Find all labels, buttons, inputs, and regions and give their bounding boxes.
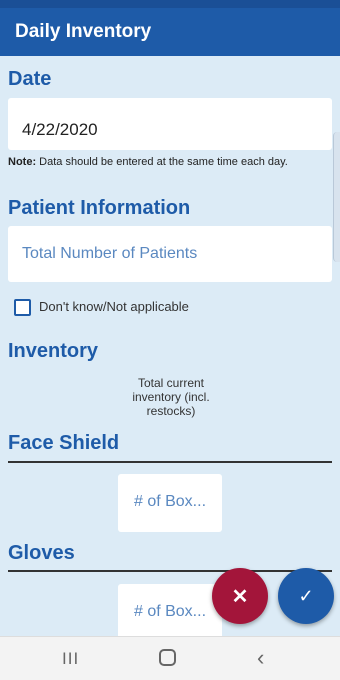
gloves-label: Gloves: [8, 542, 75, 564]
date-value: 4/22/2020: [22, 120, 98, 139]
face-shield-divider: [8, 461, 332, 463]
gloves-placeholder: # of Box...: [133, 603, 207, 620]
recents-icon[interactable]: III: [62, 649, 79, 669]
total-patients-field[interactable]: Total Number of Patients: [8, 226, 332, 282]
face-shield-placeholder: # of Box...: [133, 493, 207, 510]
gloves-box-field[interactable]: # of Box...: [118, 584, 222, 636]
cancel-button[interactable]: ✕: [212, 568, 268, 624]
inventory-column-header: Total current inventory (incl. restocks): [132, 376, 210, 418]
note-text: Data should be entered at the same time …: [36, 156, 288, 168]
close-icon: ✕: [231, 585, 249, 608]
inventory-label: Inventory: [8, 340, 99, 362]
app-title: Daily Inventory: [15, 21, 152, 42]
face-shield-box-field[interactable]: # of Box...: [118, 474, 222, 532]
gloves-divider: [8, 570, 332, 572]
note-bold: Note:: [8, 156, 37, 168]
check-icon: ✓: [298, 585, 314, 606]
app-bar: Daily Inventory: [0, 8, 340, 56]
face-shield-label: Face Shield: [8, 432, 120, 454]
status-bar: [0, 0, 340, 8]
home-icon[interactable]: [159, 649, 176, 666]
dont-know-checkbox[interactable]: [14, 299, 31, 316]
form-content[interactable]: Date 4/22/2020 Note: Data should be ente…: [0, 56, 340, 636]
dont-know-label: Don't know/Not applicable: [39, 299, 189, 314]
confirm-button[interactable]: ✓: [278, 568, 334, 624]
date-label: Date: [8, 68, 52, 90]
side-panel-handle[interactable]: [333, 132, 340, 262]
total-patients-placeholder: Total Number of Patients: [22, 245, 198, 262]
date-note: Note: Data should be entered at the same…: [8, 156, 328, 169]
patient-info-label: Patient Information: [8, 197, 191, 219]
system-nav-bar: III ‹: [0, 636, 340, 680]
back-icon[interactable]: ‹: [257, 645, 264, 671]
